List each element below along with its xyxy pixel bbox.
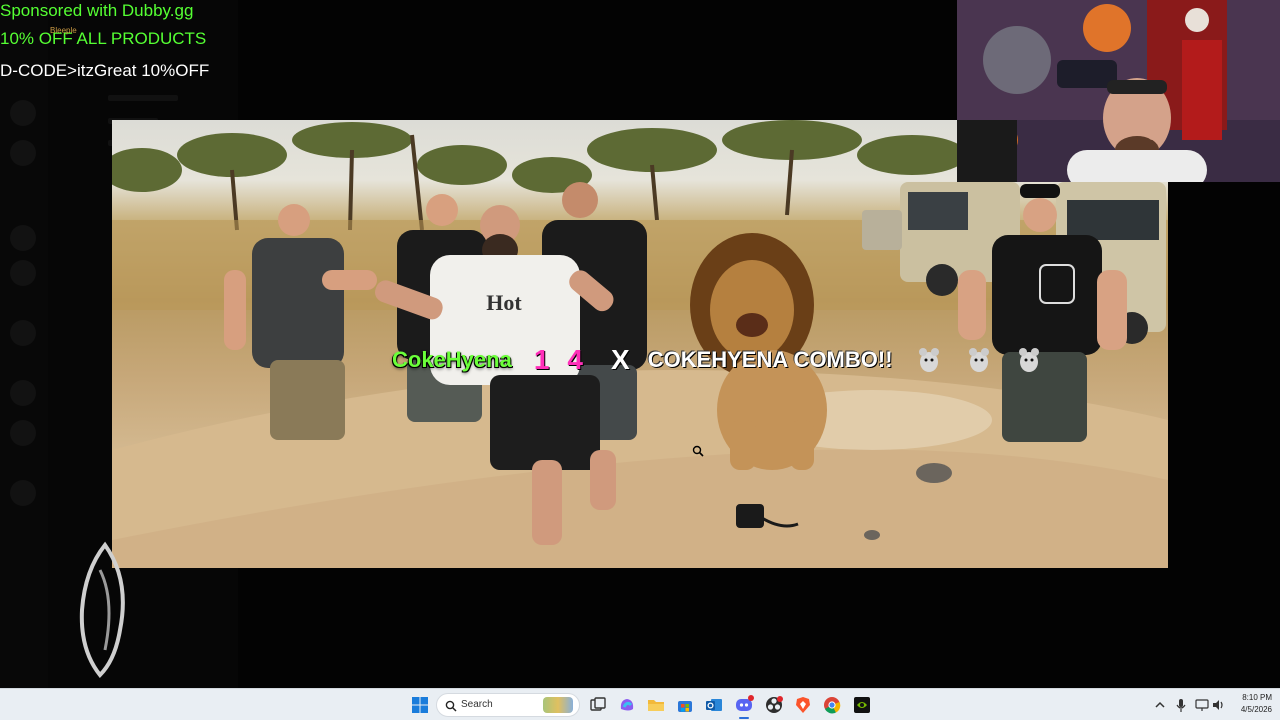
hyena-emote-icon xyxy=(1015,346,1043,374)
chat-combo-banner: CokeHyena 14 X COKEHYENA COMBO!! xyxy=(392,343,1043,377)
microphone-icon[interactable] xyxy=(1175,695,1187,720)
combo-text: COKEHYENA COMBO!! xyxy=(647,347,893,372)
search-icon xyxy=(445,699,457,717)
safari-lion-photo: Hot CokeHyena 14 X COKEHYENA COMBO!! xyxy=(112,120,1168,568)
shirt-logo: Hot xyxy=(486,290,522,315)
server-icon[interactable] xyxy=(10,140,36,166)
combo-multiplier: X xyxy=(611,344,630,375)
sponsor-discount: 10% OFF ALL PRODUCTS xyxy=(0,29,207,48)
combo-username: CokeHyena xyxy=(392,347,512,372)
clock-time: 8:10 PM xyxy=(1242,693,1272,702)
tiny-overlay-badge: Bleeple xyxy=(50,26,77,35)
discord-icon[interactable] xyxy=(734,695,754,715)
brave-icon[interactable] xyxy=(793,695,813,715)
sponsor-title: Sponsored with Dubby.gg xyxy=(0,1,194,20)
file-explorer-icon[interactable] xyxy=(646,695,666,715)
outlook-icon[interactable] xyxy=(704,695,724,715)
store-icon[interactable] xyxy=(675,695,695,715)
server-icon[interactable] xyxy=(10,320,36,346)
combo-count: 14 xyxy=(533,344,601,375)
active-app-indicator xyxy=(739,717,749,719)
start-icon[interactable] xyxy=(410,695,430,715)
nvidia-icon[interactable] xyxy=(852,695,872,715)
network-icon[interactable] xyxy=(1195,695,1209,720)
server-icon[interactable] xyxy=(10,260,36,286)
channel-item[interactable] xyxy=(108,95,178,101)
volume-icon[interactable] xyxy=(1212,695,1226,720)
search-placeholder: Search xyxy=(461,699,493,710)
obs-icon[interactable] xyxy=(764,695,784,715)
server-icon[interactable] xyxy=(10,380,36,406)
task-view-icon[interactable] xyxy=(588,695,608,715)
taskbar-search-box[interactable]: Search xyxy=(436,693,580,717)
server-icon[interactable] xyxy=(10,420,36,446)
pumpkin xyxy=(1083,4,1131,52)
clock-date: 4/5/2026 xyxy=(1240,705,1272,714)
chevron-up-icon[interactable] xyxy=(1154,695,1166,720)
windows-taskbar: Search 8:10 PM 4/5/2026 xyxy=(0,688,1280,720)
decorative-overlay-graphic xyxy=(70,540,140,685)
sponsor-code: D-CODE>itzGreat 10%OFF xyxy=(0,61,210,80)
copilot-icon[interactable] xyxy=(617,695,637,715)
hyena-emote-icon xyxy=(915,346,943,374)
server-icon[interactable] xyxy=(10,100,36,126)
server-icon[interactable] xyxy=(10,480,36,506)
search-highlight-image xyxy=(543,697,573,713)
server-icon[interactable] xyxy=(10,225,36,251)
chrome-icon[interactable] xyxy=(822,695,842,715)
webcam-illustration xyxy=(957,0,1280,182)
server-sidebar xyxy=(0,0,48,688)
zoom-cursor-icon xyxy=(692,444,704,462)
hyena-emote-icon xyxy=(965,346,993,374)
taskbar-clock[interactable]: 8:10 PM 4/5/2026 xyxy=(1226,692,1272,716)
webcam-feed xyxy=(957,0,1280,182)
